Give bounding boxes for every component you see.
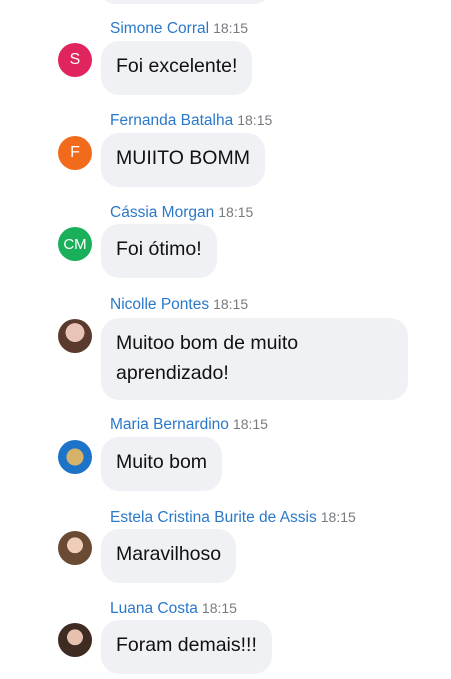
message-text: Maravilhoso — [116, 543, 222, 565]
message-time: 18:15 — [320, 509, 356, 525]
message-time: 18:15 — [237, 112, 273, 128]
message-bubble[interactable]: Foram demais!!! — [101, 620, 272, 674]
sender-name[interactable]: Luana Costa — [110, 600, 198, 617]
message-header: Luana Costa 18:15 — [110, 598, 237, 619]
message-bubble[interactable]: Maravilhoso — [101, 529, 237, 583]
profile-photo-icon[interactable] — [58, 531, 92, 565]
message-time: 18:15 — [201, 600, 237, 616]
message-time: 18:15 — [232, 416, 268, 432]
message-text: Foi excelente! — [116, 55, 238, 77]
message-bubble[interactable]: Foi ótimo! — [101, 224, 217, 278]
message-text: Foi ótimo! — [116, 238, 202, 260]
sender-name[interactable]: Nicolle Pontes — [110, 296, 209, 313]
message-header: Nicolle Pontes 18:15 — [110, 294, 248, 315]
sender-name[interactable]: Estela Cristina Burite de Assis — [110, 509, 317, 526]
sender-name[interactable]: Simone Corral — [110, 20, 209, 37]
message-header: Estela Cristina Burite de Assis 18:15 — [110, 507, 356, 528]
message-bubble[interactable]: Muito bom — [101, 437, 223, 491]
sender-name[interactable]: Fernanda Batalha — [110, 112, 233, 129]
message-text: Muitoo bom de muito aprendizado! — [116, 332, 299, 384]
avatar[interactable]: F — [58, 136, 92, 170]
message-bubble[interactable]: MUIITO BOMM — [101, 133, 265, 187]
avatar[interactable]: CM — [58, 227, 92, 261]
message-time: 18:15 — [218, 204, 254, 220]
avatar-initials: F — [70, 144, 80, 161]
message-header: Simone Corral 18:15 — [110, 18, 248, 39]
message-header: Fernanda Batalha 18:15 — [110, 110, 272, 131]
previous-message-bubble — [101, 0, 269, 4]
message-text: Foram demais!!! — [116, 634, 257, 656]
avatar-initials: CM — [63, 235, 87, 253]
profile-photo-icon[interactable] — [58, 440, 92, 474]
profile-photo-icon[interactable] — [58, 319, 92, 353]
sender-name[interactable]: Maria Bernardino — [110, 416, 229, 433]
message-header: Maria Bernardino 18:15 — [110, 414, 268, 435]
message-text: MUIITO BOMM — [116, 147, 250, 169]
message-time: 18:15 — [213, 20, 249, 36]
profile-photo-icon[interactable] — [58, 623, 92, 657]
chat-transcript: Simone Corral 18:15 S Foi excelente! Fern… — [0, 0, 451, 679]
message-bubble[interactable]: Muitoo bom de muito aprendizado! — [101, 318, 408, 400]
message-header: Cássia Morgan 18:15 — [110, 202, 253, 223]
message-bubble[interactable]: Foi excelente! — [101, 41, 253, 95]
avatar-initials: S — [69, 51, 81, 68]
message-text: Muito bom — [116, 451, 208, 473]
message-time: 18:15 — [213, 296, 249, 312]
avatar[interactable]: S — [58, 43, 92, 77]
sender-name[interactable]: Cássia Morgan — [110, 204, 214, 221]
